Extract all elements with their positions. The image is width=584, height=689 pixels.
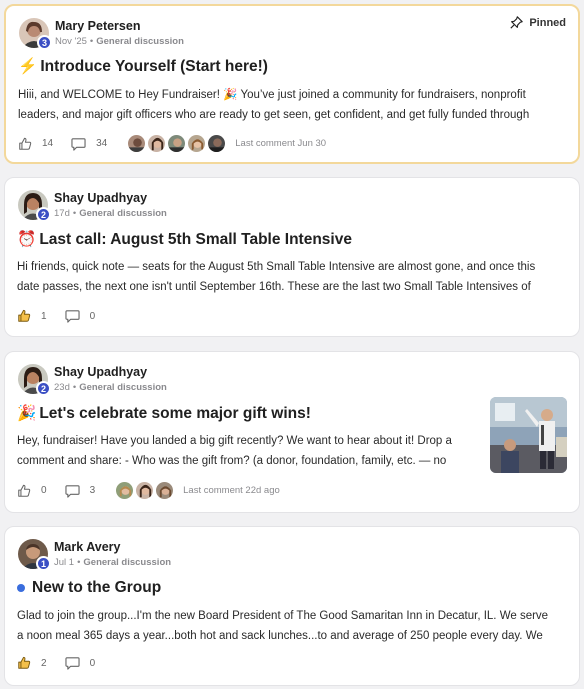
- post-category[interactable]: General discussion: [79, 382, 167, 393]
- excerpt-line: Hey, fundraiser! Have you landed a big g…: [17, 435, 452, 447]
- post-card[interactable]: 3 Mary Petersen Nov '25 • General discussi…: [4, 4, 580, 164]
- post-excerpt[interactable]: Hiii, and WELCOME to Hey Fundraiser! 🎉 Y…: [18, 85, 529, 125]
- commenter-avatars[interactable]: [115, 481, 175, 500]
- post-meta: 23d • General discussion: [54, 382, 167, 393]
- excerpt-line: Glad to join the group...I'm the new Boa…: [17, 610, 549, 622]
- post-card[interactable]: 2 Shay Upadhyay 23d • General discussion 🎉…: [4, 351, 580, 513]
- post-category[interactable]: General discussion: [79, 208, 167, 219]
- new-post-dot-icon: [17, 584, 25, 592]
- pinned-label: Pinned: [529, 16, 566, 29]
- like-count: 0: [41, 485, 47, 496]
- last-comment: Last comment 22d ago: [183, 485, 280, 496]
- thumbs-up-icon: [17, 309, 31, 323]
- party-popper-emoji: 🎉: [17, 405, 37, 422]
- post-actions: 2 0: [17, 656, 113, 670]
- commenter-avatar: [135, 481, 155, 500]
- post-meta: Jul 1 • General discussion: [54, 557, 172, 568]
- level-badge: 3: [37, 35, 52, 50]
- like-button[interactable]: 2: [17, 656, 47, 670]
- comment-bubble-icon: [64, 656, 80, 670]
- post-excerpt[interactable]: Glad to join the group...I'm the new Boa…: [17, 606, 548, 646]
- comment-count: 0: [89, 310, 96, 322]
- commenter-avatar: [207, 134, 227, 153]
- commenter-avatar: [167, 134, 187, 153]
- like-count: 1: [41, 310, 47, 322]
- like-button[interactable]: 14: [18, 137, 53, 151]
- level-badge: 1: [36, 556, 51, 571]
- post-date: 17d: [54, 208, 70, 219]
- comment-button[interactable]: 0: [64, 656, 96, 670]
- comment-count: 34: [96, 138, 108, 149]
- commenter-avatar: [187, 134, 207, 153]
- author-name[interactable]: Mark Avery: [54, 540, 120, 554]
- like-button[interactable]: 1: [17, 309, 47, 323]
- post-title[interactable]: ⏰ Last call: August 5th Small Table Inte…: [17, 230, 352, 249]
- bolt-emoji: ⚡: [18, 58, 38, 75]
- post-title-text: Let's celebrate some major gift wins!: [39, 404, 311, 422]
- post-date: 23d: [54, 382, 70, 393]
- thumbs-up-icon: [17, 656, 31, 670]
- comment-count: 0: [89, 657, 96, 669]
- post-actions: 1 0: [17, 309, 113, 323]
- thumbs-up-icon: [17, 484, 31, 498]
- last-comment: Last comment Jun 30: [235, 138, 327, 149]
- level-badge: 2: [36, 381, 51, 396]
- commenter-avatar: [127, 134, 147, 153]
- excerpt-line: a noon meal 365 days a year...both hot a…: [17, 630, 543, 642]
- alarm-clock-emoji: ⏰: [17, 231, 37, 248]
- commenter-avatar: [115, 481, 135, 500]
- post-date: Jul 1: [54, 557, 75, 568]
- post-title-text: Last call: August 5th Small Table Intens…: [39, 230, 352, 248]
- post-date: Nov '25: [55, 36, 87, 47]
- post-category[interactable]: General discussion: [96, 36, 184, 47]
- post-title[interactable]: 🎉 Let's celebrate some major gift wins!: [17, 404, 311, 423]
- like-button[interactable]: 0: [17, 484, 47, 498]
- excerpt-line: leaders, and major gift officers who are…: [18, 109, 530, 121]
- thumbs-up-icon: [18, 137, 32, 151]
- pinned-indicator: Pinned: [510, 16, 566, 29]
- post-title-text: Introduce Yourself (Start here!): [40, 57, 268, 75]
- excerpt-line: Hiii, and WELCOME to Hey Fundraiser! 🎉 Y…: [18, 89, 526, 101]
- post-title[interactable]: ⚡ Introduce Yourself (Start here!): [18, 57, 268, 76]
- comment-button[interactable]: 3: [64, 484, 96, 498]
- like-count: 2: [41, 657, 47, 669]
- excerpt-line: Hi friends, quick note — seats for the A…: [17, 261, 536, 273]
- comment-button[interactable]: 34: [71, 137, 107, 151]
- commenter-avatar: [147, 134, 167, 153]
- excerpt-line: date passes, the next one isn't until Se…: [17, 281, 531, 293]
- comment-bubble-icon: [71, 137, 86, 151]
- post-actions: 14 34 Last comment Jun 30: [18, 134, 326, 153]
- level-badge: 2: [36, 207, 51, 222]
- author-name[interactable]: Shay Upadhyay: [54, 365, 147, 379]
- excerpt-line: comment and share: - Who was the gift fr…: [17, 455, 447, 467]
- comment-count: 3: [89, 485, 96, 496]
- post-excerpt[interactable]: Hey, fundraiser! Have you landed a big g…: [17, 431, 452, 471]
- post-card[interactable]: 1 Mark Avery Jul 1 • General discussion Ne…: [4, 526, 580, 686]
- post-excerpt[interactable]: Hi friends, quick note — seats for the A…: [17, 257, 535, 297]
- post-title[interactable]: New to the Group: [17, 579, 161, 597]
- comment-bubble-icon: [64, 484, 80, 498]
- pin-icon: [510, 16, 524, 29]
- comment-button[interactable]: 0: [64, 309, 96, 323]
- author-name[interactable]: Mary Petersen: [55, 19, 140, 33]
- post-actions: 0 3 Last comment 22d ago: [17, 481, 280, 500]
- post-thumbnail[interactable]: [490, 397, 567, 473]
- post-card[interactable]: 2 Shay Upadhyay 17d • General discussion ⏰…: [4, 177, 580, 337]
- post-category[interactable]: General discussion: [83, 557, 171, 568]
- post-meta: Nov '25 • General discussion: [55, 36, 184, 47]
- comment-bubble-icon: [64, 309, 80, 323]
- commenter-avatar: [155, 481, 175, 500]
- post-title-text: New to the Group: [32, 579, 162, 596]
- author-name[interactable]: Shay Upadhyay: [54, 191, 147, 205]
- like-count: 14: [42, 138, 54, 149]
- post-meta: 17d • General discussion: [54, 208, 167, 219]
- commenter-avatars[interactable]: [127, 134, 227, 153]
